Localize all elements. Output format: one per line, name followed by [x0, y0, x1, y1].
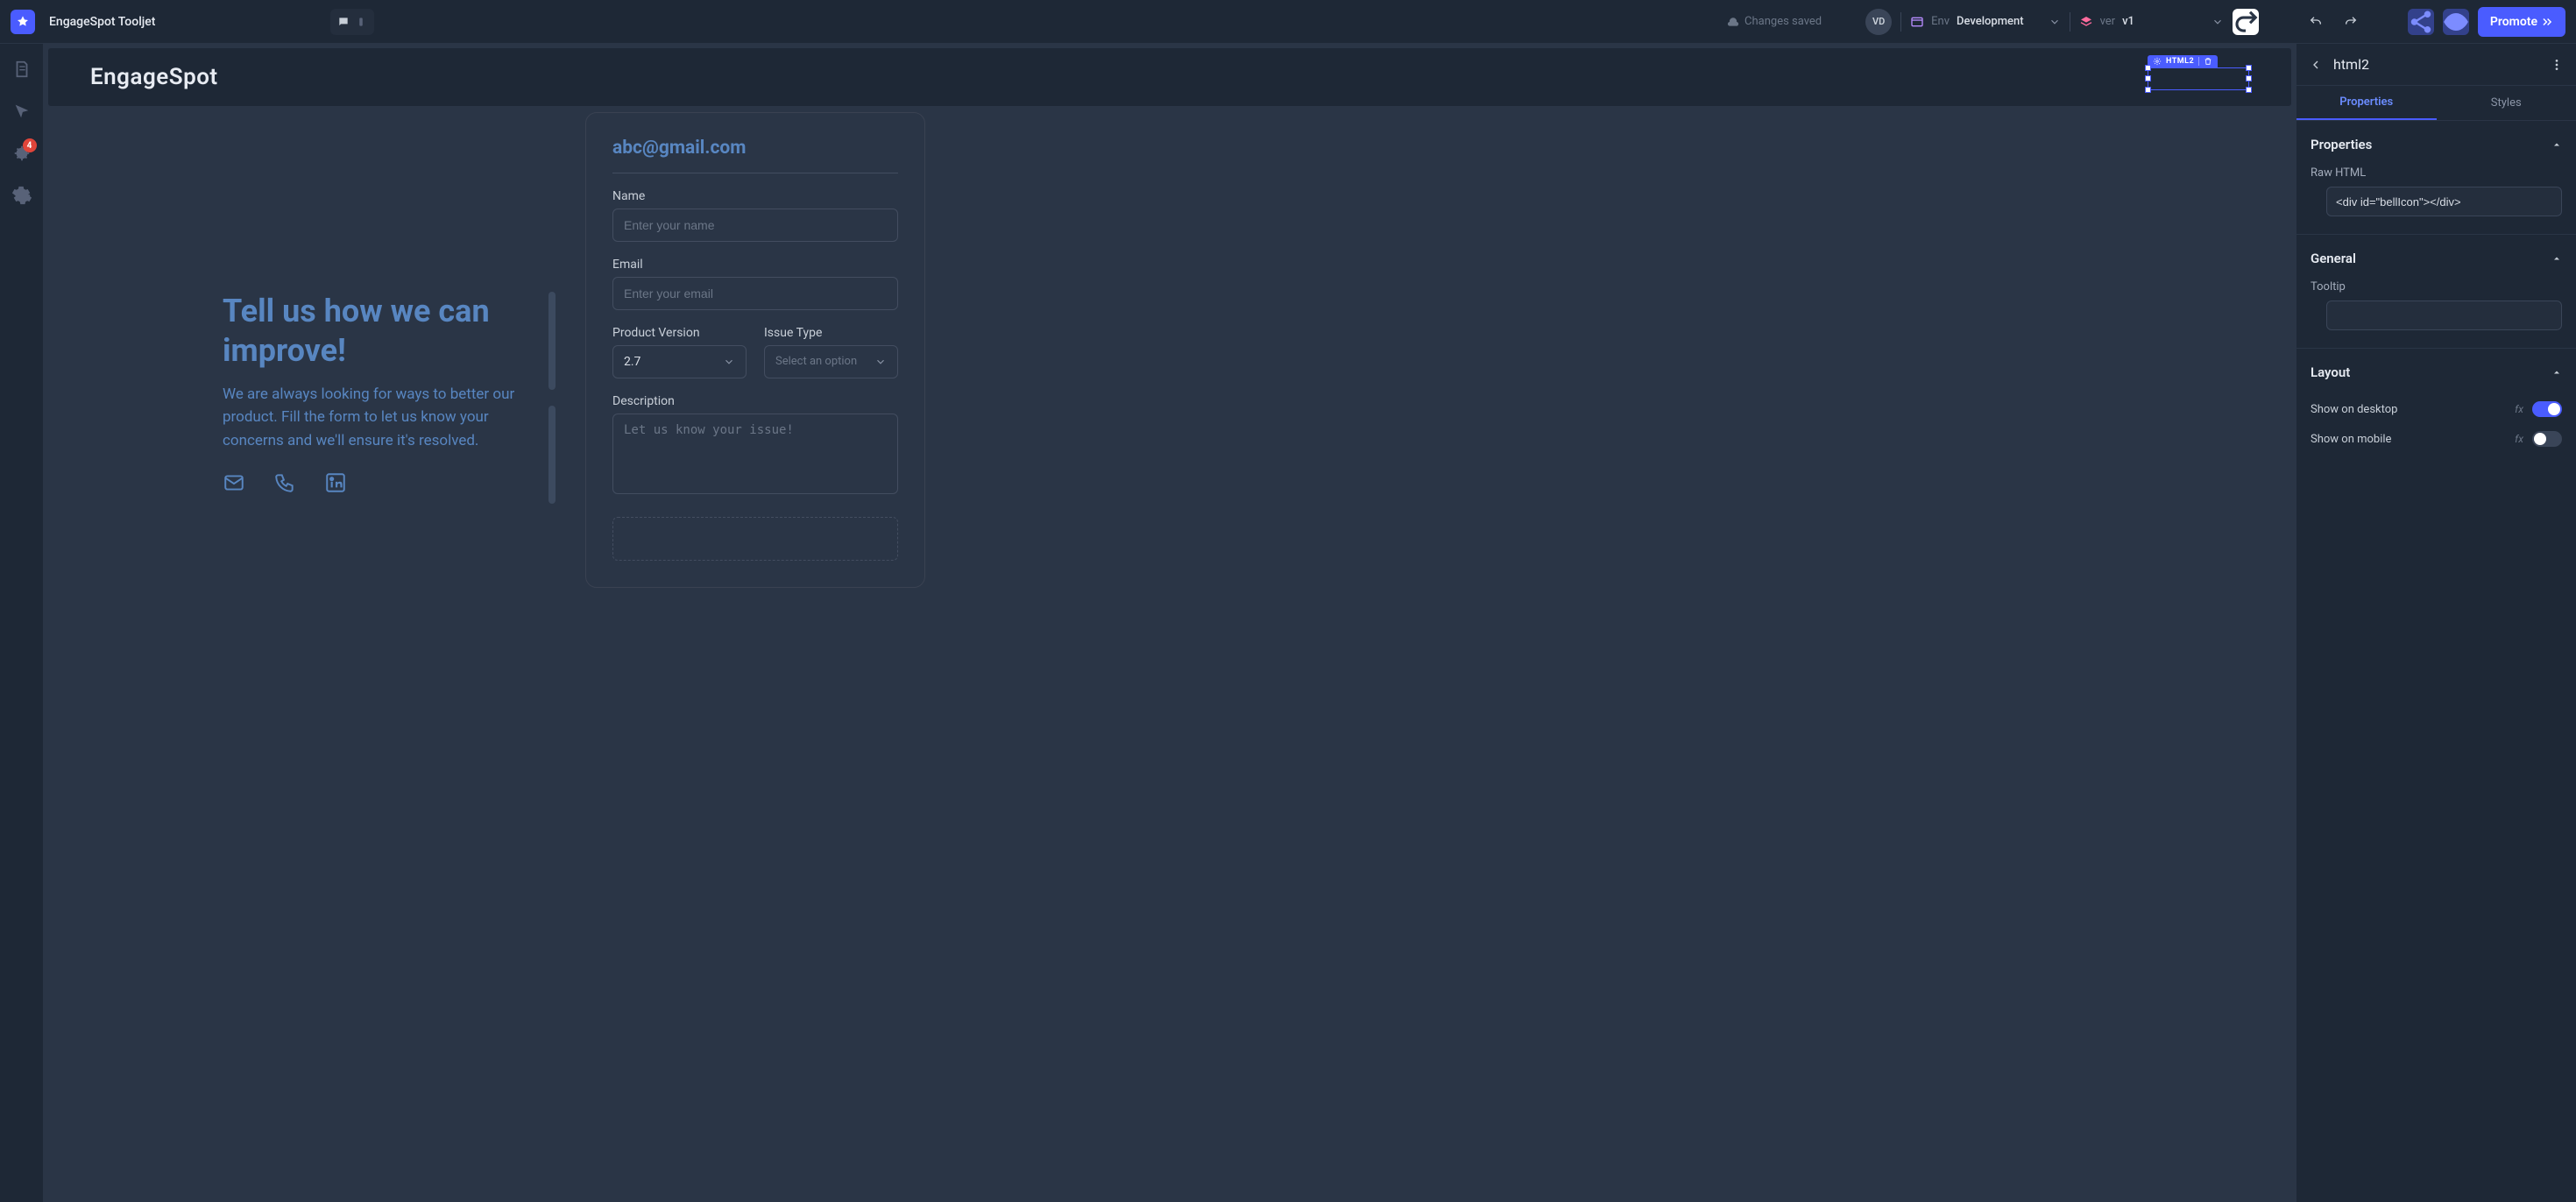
debug-badge: 4: [23, 138, 37, 152]
product-version-label: Product Version: [612, 326, 747, 340]
contact-icons: [223, 471, 538, 494]
app-logo[interactable]: [11, 10, 35, 34]
debugger-icon[interactable]: 4: [12, 144, 32, 163]
show-mobile-row: Show on mobile fx: [2311, 424, 2562, 454]
collapse-icon[interactable]: [2551, 139, 2562, 150]
top-bar: EngageSpot Tooljet Changes saved VD Env …: [0, 0, 2576, 44]
canvas-body[interactable]: Tell us how we can improve! We are alway…: [47, 112, 2292, 1202]
fx-icon[interactable]: fx: [2515, 433, 2523, 445]
section-general: General Tooltip: [2296, 235, 2576, 349]
promote-label: Promote: [2490, 15, 2537, 29]
inspector-panel: html2 Properties Styles Properties Raw H…: [2296, 44, 2576, 1202]
collapse-icon[interactable]: [2551, 367, 2562, 378]
settings-icon[interactable]: [12, 186, 32, 205]
trash-icon[interactable]: [2204, 57, 2212, 66]
product-version-value: 2.7: [624, 355, 640, 369]
show-mobile-label: Show on mobile: [2311, 433, 2391, 446]
linkedin-icon[interactable]: [324, 471, 347, 494]
show-desktop-label: Show on desktop: [2311, 403, 2397, 416]
save-status: Changes saved: [1727, 15, 1822, 28]
raw-html-label: Raw HTML: [2311, 166, 2562, 180]
collapse-icon[interactable]: [2551, 253, 2562, 264]
ver-value: v1: [2122, 15, 2134, 28]
selection-label[interactable]: HTML2: [2148, 55, 2218, 67]
section-title-layout: Layout: [2311, 364, 2350, 380]
selected-component[interactable]: HTML2: [2148, 67, 2249, 90]
file-drop-zone[interactable]: [612, 517, 898, 561]
selection-name: HTML2: [2166, 57, 2194, 66]
env-label: Env: [1931, 15, 1950, 28]
show-mobile-toggle[interactable]: [2532, 431, 2562, 447]
description-label: Description: [612, 394, 898, 408]
tab-styles[interactable]: Styles: [2437, 86, 2576, 120]
tab-properties[interactable]: Properties: [2296, 86, 2437, 120]
section-layout: Layout Show on desktop fx Show on mobile…: [2296, 349, 2576, 471]
undo-button[interactable]: [2303, 9, 2329, 35]
issue-type-label: Issue Type: [764, 326, 898, 340]
page-title: EngageSpot: [90, 64, 218, 90]
env-value: Development: [1957, 15, 2024, 28]
promote-button[interactable]: Promote: [2478, 7, 2565, 37]
phone-icon[interactable]: [273, 471, 296, 494]
selection-box[interactable]: [2148, 67, 2249, 90]
comments-pill[interactable]: [330, 9, 374, 35]
ver-label: ver: [2100, 15, 2116, 28]
gear-icon[interactable]: [2153, 57, 2162, 66]
issue-type-placeholder: Select an option: [775, 356, 857, 368]
inspector-header: html2: [2296, 44, 2576, 86]
section-title-general: General: [2311, 251, 2356, 266]
fx-icon[interactable]: fx: [2515, 403, 2523, 415]
inspector-tabs: Properties Styles: [2296, 86, 2576, 121]
workspace: 4 EngageSpot HTML2: [0, 44, 2576, 1202]
left-rail: 4: [0, 44, 44, 1202]
back-icon[interactable]: [2309, 58, 2323, 72]
intro-subtext: We are always looking for ways to better…: [223, 383, 538, 452]
tooltip-input[interactable]: [2326, 300, 2562, 330]
inspector-icon[interactable]: [12, 102, 32, 121]
show-desktop-toggle[interactable]: [2532, 401, 2562, 417]
canvas-header: EngageSpot HTML2: [47, 47, 2292, 107]
email-input[interactable]: [612, 277, 898, 310]
mail-icon[interactable]: [223, 471, 245, 494]
email-label: Email: [612, 258, 898, 272]
description-textarea[interactable]: [612, 414, 898, 494]
tooltip-label: Tooltip: [2311, 280, 2562, 293]
env-selector[interactable]: Env Development: [1910, 15, 2060, 29]
divider: [1900, 12, 1901, 32]
app-title: EngageSpot Tooljet: [49, 15, 155, 29]
release-button[interactable]: [2233, 9, 2259, 35]
user-avatar[interactable]: VD: [1865, 9, 1892, 35]
name-input[interactable]: [612, 209, 898, 242]
feedback-form: abc@gmail.com Name Email Product Version…: [585, 112, 925, 588]
inspector-title: html2: [2333, 56, 2539, 73]
save-status-text: Changes saved: [1744, 15, 1822, 28]
section-title-properties: Properties: [2311, 137, 2372, 152]
product-version-select[interactable]: 2.7: [612, 345, 747, 378]
version-selector[interactable]: ver v1: [2079, 15, 2224, 29]
section-properties: Properties Raw HTML: [2296, 121, 2576, 235]
resize-handle[interactable]: [548, 406, 556, 504]
issue-type-select[interactable]: Select an option: [764, 345, 898, 378]
name-label: Name: [612, 189, 898, 203]
intro-heading: Tell us how we can improve!: [223, 292, 538, 371]
more-icon[interactable]: [2550, 58, 2564, 72]
resize-handle[interactable]: [548, 292, 556, 390]
share-button[interactable]: [2408, 9, 2434, 35]
preview-button[interactable]: [2443, 9, 2469, 35]
canvas[interactable]: EngageSpot HTML2 Tell us how we can impr…: [44, 44, 2296, 1202]
redo-button[interactable]: [2338, 9, 2364, 35]
intro-block: Tell us how we can improve! We are alway…: [223, 292, 538, 494]
show-desktop-row: Show on desktop fx: [2311, 394, 2562, 424]
pages-icon[interactable]: [12, 60, 32, 79]
raw-html-input[interactable]: [2326, 187, 2562, 216]
form-email-heading: abc@gmail.com: [612, 138, 898, 159]
